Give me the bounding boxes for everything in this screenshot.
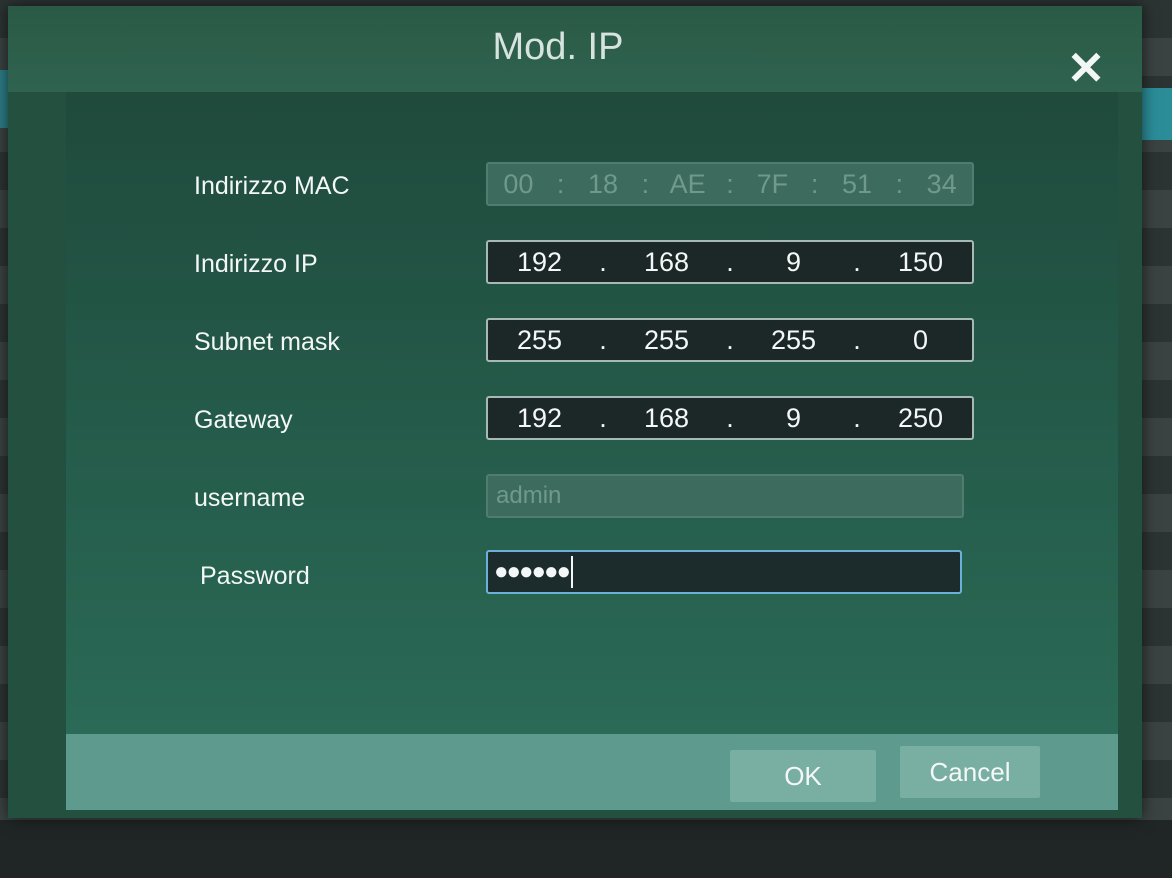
mac-segment: 7F <box>756 168 789 199</box>
username-value: admin <box>496 482 562 509</box>
subnet-octet-2[interactable]: 255 <box>615 325 718 356</box>
mac-segment: 18 <box>587 168 619 199</box>
ip-address-field[interactable]: 192 . 168 . 9 . 150 <box>486 240 974 284</box>
mac-separator: : <box>726 168 734 199</box>
subnet-separator: . <box>853 324 861 355</box>
subnet-octet-4[interactable]: 0 <box>869 325 972 356</box>
gateway-label: Gateway <box>194 406 293 434</box>
background-tab-right <box>1142 88 1172 140</box>
gateway-octet-3[interactable]: 9 <box>742 403 845 434</box>
gateway-octet-2[interactable]: 168 <box>615 403 718 434</box>
subnet-mask-field[interactable]: 255 . 255 . 255 . 0 <box>486 318 974 362</box>
dialog-title: Mod. IP <box>492 26 624 68</box>
gateway-field[interactable]: 192 . 168 . 9 . 250 <box>486 396 974 440</box>
dialog-footer: OK Cancel <box>66 734 1118 810</box>
text-caret <box>570 556 573 588</box>
password-label: Password <box>200 562 310 590</box>
dialog-title-bar: Mod. IP ✕ <box>8 6 1142 92</box>
mac-segment: 00 <box>503 168 534 199</box>
gateway-separator: . <box>853 402 861 433</box>
ip-separator: . <box>599 246 607 277</box>
background-bottom-bar <box>0 820 1172 878</box>
mac-segment: 34 <box>926 168 957 199</box>
close-icon[interactable]: ✕ <box>1064 45 1108 91</box>
mac-separator: : <box>641 168 650 199</box>
ip-label: Indirizzo IP <box>194 250 318 278</box>
cancel-button[interactable]: Cancel <box>900 746 1040 798</box>
ip-octet-2[interactable]: 168 <box>615 247 718 278</box>
ip-octet-3[interactable]: 9 <box>742 247 845 278</box>
mac-separator: : <box>895 168 904 199</box>
mac-segment: 51 <box>842 168 873 199</box>
gateway-octet-4[interactable]: 250 <box>869 403 972 434</box>
form-area: Indirizzo MAC 00 : 18 : AE : 7F : 51 : 3… <box>66 92 1118 734</box>
mac-address-field: 00 : 18 : AE : 7F : 51 : 34 <box>486 162 974 206</box>
subnet-separator: . <box>599 324 607 355</box>
ip-separator: . <box>853 246 861 277</box>
gateway-separator: . <box>726 402 734 433</box>
ip-separator: . <box>726 246 734 277</box>
password-field[interactable]: ●●●●●● <box>486 550 962 594</box>
ok-button[interactable]: OK <box>730 750 876 802</box>
mac-segment: AE <box>669 168 706 199</box>
gateway-separator: . <box>599 402 607 433</box>
ip-octet-4[interactable]: 150 <box>869 247 972 278</box>
mac-label: Indirizzo MAC <box>194 172 350 200</box>
mod-ip-dialog: Mod. IP ✕ Indirizzo MAC 00 : 18 : AE : 7… <box>8 6 1142 818</box>
subnet-label: Subnet mask <box>194 328 340 356</box>
subnet-octet-3[interactable]: 255 <box>742 325 845 356</box>
mac-separator: : <box>556 168 565 199</box>
gateway-octet-1[interactable]: 192 <box>488 403 591 434</box>
username-field: admin <box>486 474 964 518</box>
password-value: ●●●●●● <box>494 558 571 585</box>
subnet-octet-1[interactable]: 255 <box>488 325 591 356</box>
ip-octet-1[interactable]: 192 <box>488 247 591 278</box>
username-label: username <box>194 484 306 512</box>
mac-separator: : <box>810 168 819 199</box>
subnet-separator: . <box>726 324 734 355</box>
